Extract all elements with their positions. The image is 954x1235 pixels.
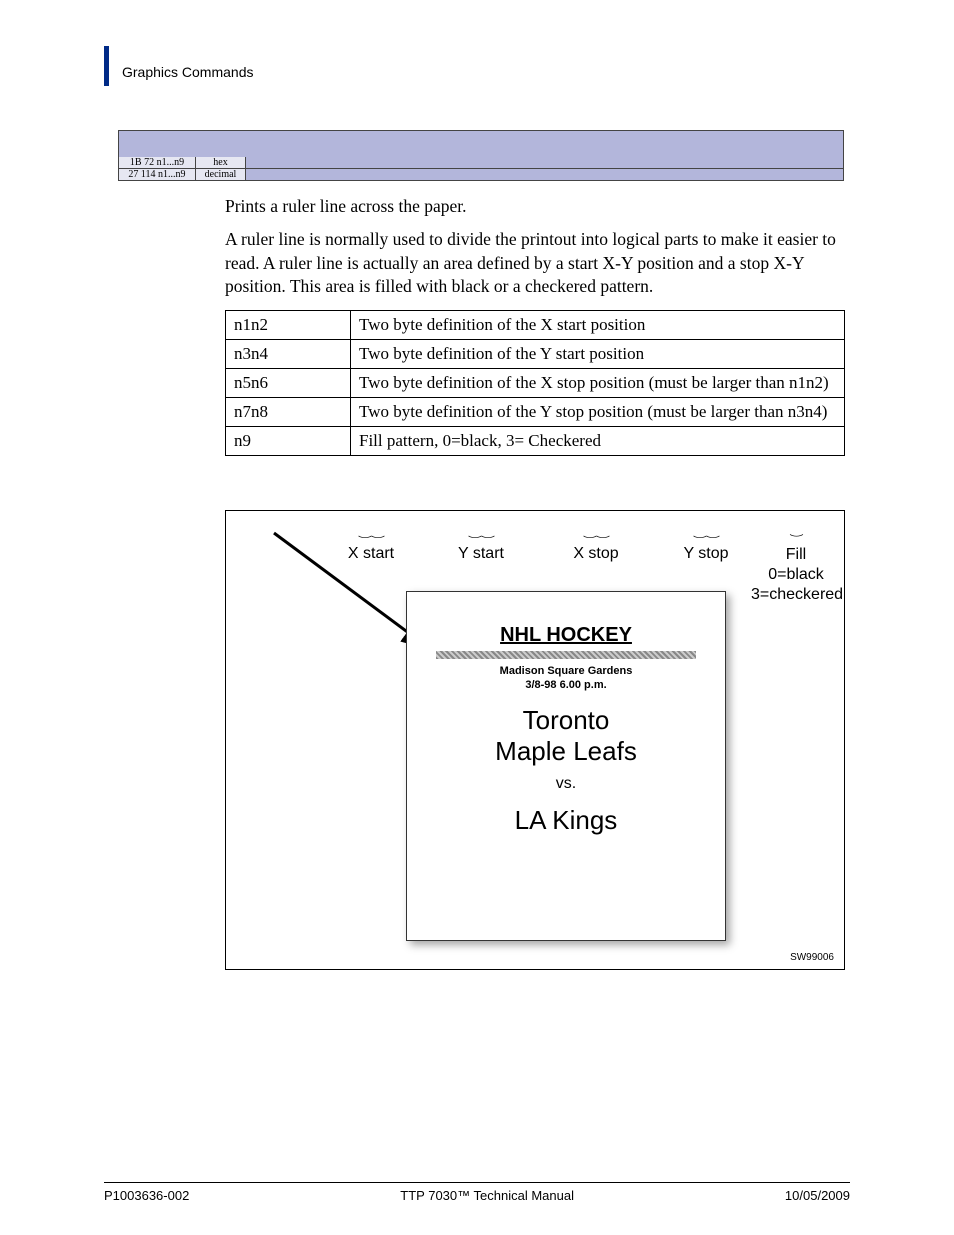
- table-row: n9 Fill pattern, 0=black, 3= Checkered: [226, 427, 845, 456]
- paragraph-2: A ruler line is normally used to divide …: [225, 228, 844, 299]
- figure-label-xstart: X start: [348, 545, 394, 562]
- figure-label-fill1: Fill: [786, 546, 806, 563]
- figure-label-fill2: 0=black: [768, 566, 824, 583]
- param-name: n9: [226, 427, 351, 456]
- table-row: n5n6 Two byte definition of the X stop p…: [226, 369, 845, 398]
- command-code-block: 1B 72 n1...n9 hex 27 114 n1...n9 decimal: [118, 130, 844, 181]
- footer-right: 10/05/2009: [785, 1188, 850, 1203]
- command-dec-rest: [246, 169, 844, 181]
- paragraph-1: Prints a ruler line across the paper.: [225, 195, 844, 219]
- param-desc: Two byte definition of the X stop positi…: [351, 369, 845, 398]
- header-accent-bar: [104, 46, 109, 86]
- param-name: n1n2: [226, 311, 351, 340]
- ticket-venue: Madison Square Gardens 3/8-98 6.00 p.m.: [407, 665, 725, 693]
- ticket-team1-line2: Maple Leafs: [495, 736, 637, 766]
- figure-label-ystop: Y stop: [683, 545, 728, 562]
- table-row: n3n4 Two byte definition of the Y start …: [226, 340, 845, 369]
- param-desc: Two byte definition of the Y stop positi…: [351, 398, 845, 427]
- ticket-datetime: 3/8-98 6.00 p.m.: [525, 679, 606, 691]
- ticket-team1-line1: Toronto: [523, 705, 610, 735]
- figure-container: ︶︶ X start ︶︶ Y start ︶︶ X stop ︶︶ Y sto…: [225, 510, 845, 970]
- command-hex-rest: [246, 157, 844, 169]
- table-row: n7n8 Two byte definition of the Y stop p…: [226, 398, 845, 427]
- page-footer: P1003636-002 TTP 7030™ Technical Manual …: [104, 1182, 850, 1203]
- command-hex-label: hex: [196, 157, 246, 169]
- param-desc: Two byte definition of the X start posit…: [351, 311, 845, 340]
- brace-xstart: ︶︶ X start: [321, 531, 421, 563]
- param-name: n3n4: [226, 340, 351, 369]
- command-dec-row: 27 114 n1...n9 decimal: [118, 169, 844, 181]
- figure-label-ystart: Y start: [458, 545, 504, 562]
- command-dec-value: 27 114 n1...n9: [118, 169, 196, 181]
- figure-label-xstop: X stop: [573, 545, 618, 562]
- figure-label-fill3: 3=checkered: [751, 586, 843, 603]
- ticket-sample: NHL HOCKEY Madison Square Gardens 3/8-98…: [406, 591, 726, 941]
- parameter-table: n1n2 Two byte definition of the X start …: [225, 310, 845, 456]
- section-title: Graphics Commands: [122, 64, 254, 80]
- table-row: n1n2 Two byte definition of the X start …: [226, 311, 845, 340]
- ticket-venue-name: Madison Square Gardens: [500, 665, 633, 677]
- ticket-vs: vs.: [407, 775, 725, 793]
- param-desc: Fill pattern, 0=black, 3= Checkered: [351, 427, 845, 456]
- command-hex-row: 1B 72 n1...n9 hex: [118, 157, 844, 169]
- footer-center: TTP 7030™ Technical Manual: [400, 1188, 574, 1203]
- ticket-ruler-line: [436, 651, 696, 659]
- ticket-team1: Toronto Maple Leafs: [407, 705, 725, 767]
- figure-id: SW99006: [790, 952, 834, 963]
- brace-fill: ︶ Fill 0=black 3=checkered: [751, 531, 841, 605]
- brace-ystart: ︶︶ Y start: [431, 531, 531, 563]
- footer-left: P1003636-002: [104, 1188, 189, 1203]
- command-hex-value: 1B 72 n1...n9: [118, 157, 196, 169]
- command-spacer-row: [118, 130, 844, 157]
- ticket-team2: LA Kings: [407, 805, 725, 836]
- command-dec-label: decimal: [196, 169, 246, 181]
- brace-xstop: ︶︶ X stop: [546, 531, 646, 563]
- ticket-title: NHL HOCKEY: [407, 624, 725, 647]
- param-desc: Two byte definition of the Y start posit…: [351, 340, 845, 369]
- brace-ystop: ︶︶ Y stop: [656, 531, 756, 563]
- param-name: n7n8: [226, 398, 351, 427]
- param-name: n5n6: [226, 369, 351, 398]
